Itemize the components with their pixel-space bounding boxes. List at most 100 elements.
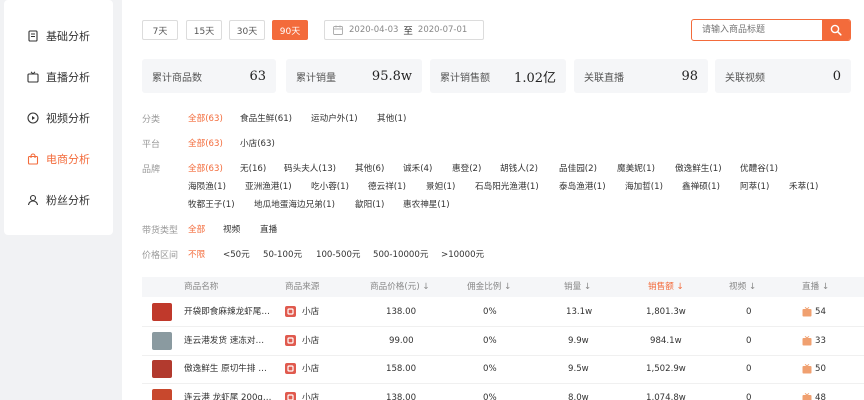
filter-brand-option[interactable]: 惠登(2) — [452, 162, 481, 174]
filter-brand-option[interactable]: 地瓜地蛋海边兄弟(1) — [254, 198, 335, 210]
product-name[interactable]: 连云港 龙虾尾 200g… — [184, 384, 271, 400]
product-live-count[interactable]: 54 — [802, 298, 826, 327]
sidebar-item-label: 粉丝分析 — [46, 194, 90, 207]
filter-category-other[interactable]: 其他(1) — [377, 112, 406, 124]
filter-brand-option[interactable]: 吃小蓉(1) — [311, 180, 349, 192]
col-header-live[interactable]: 直播 ↓ — [802, 277, 829, 297]
product-name[interactable]: 开袋即食麻辣龙虾尾… — [184, 298, 270, 327]
sort-arrow-icon: ↓ — [583, 282, 592, 292]
search-button[interactable] — [822, 20, 850, 40]
product-live-count[interactable]: 50 — [802, 355, 826, 384]
product-price: 138.00 — [386, 393, 417, 400]
filter-brand-option[interactable]: 全部(63) — [188, 162, 223, 174]
date-separator: 至 — [403, 26, 413, 37]
stat-value: 63 — [249, 68, 266, 84]
table-row[interactable]: 连云港 龙虾尾 200g… 小店 138.00 0% 8.0w 1,074.8w… — [142, 384, 864, 400]
filter-category-sports[interactable]: 运动户外(1) — [311, 112, 358, 124]
filter-category-food[interactable]: 食品生鲜(61) — [240, 112, 292, 124]
filter-price-100-500[interactable]: 100-500元 — [316, 248, 361, 260]
product-revenue: 1,502.9w — [646, 364, 686, 374]
filter-label-category: 分类 — [142, 115, 161, 125]
sidebar-item-fans-analysis[interactable]: 粉丝分析 — [4, 188, 113, 212]
filter-brand-option[interactable]: 惠农神星(1) — [403, 198, 450, 210]
table-row[interactable]: 傲逸鲜生 原切牛排 … 小店 158.00 0% 9.5w 1,502.9w 0… — [142, 355, 864, 384]
filter-brand-option[interactable]: 禾萃(1) — [789, 180, 818, 192]
stat-card-lives: 关联直播 98 — [574, 59, 708, 93]
product-name[interactable]: 傲逸鲜生 原切牛排 … — [184, 355, 267, 384]
filter-content-video[interactable]: 视频 — [223, 223, 240, 235]
filter-brand-option[interactable]: 品佳园(2) — [559, 162, 597, 174]
filter-brand-option[interactable]: 景妲(1) — [426, 180, 455, 192]
col-header-price[interactable]: 商品价格(元) ↓ — [370, 277, 430, 297]
sidebar-item-label: 电商分析 — [46, 153, 90, 166]
filter-brand-option[interactable]: 码头夫人(13) — [284, 162, 336, 174]
product-sales: 9.5w — [568, 364, 589, 374]
play-circle-icon — [26, 111, 40, 125]
stat-label: 关联视频 — [725, 72, 765, 84]
filter-price-gt10000[interactable]: >10000元 — [441, 248, 484, 260]
col-header-commission[interactable]: 佣金比例 ↓ — [467, 277, 511, 297]
date-range-picker[interactable]: 2020-04-03 至 2020-07-01 — [324, 20, 484, 40]
live-icon — [802, 363, 812, 373]
sidebar-item-video-analysis[interactable]: 视频分析 — [4, 106, 113, 130]
filter-brand-option[interactable]: 无(16) — [240, 162, 266, 174]
sidebar-item-live-analysis[interactable]: 直播分析 — [4, 65, 113, 89]
col-header-video[interactable]: 视频 ↓ — [729, 277, 756, 297]
col-header-revenue[interactable]: 销售额 ↓ — [648, 277, 684, 297]
filter-brand-option[interactable]: 魔美妮(1) — [617, 162, 655, 174]
filter-brand-option[interactable]: 泰岛渔港(1) — [559, 180, 606, 192]
product-search — [691, 19, 851, 41]
filter-brand-option[interactable]: 其他(6) — [355, 162, 384, 174]
filter-brand-option[interactable]: 胡钱人(2) — [500, 162, 538, 174]
filter-brand-option[interactable]: 海陨渔(1) — [188, 180, 226, 192]
col-header-sales[interactable]: 销量 ↓ — [564, 277, 591, 297]
filter-brand-option[interactable]: 傲逸鲜生(1) — [675, 162, 722, 174]
filter-content-all[interactable]: 全部 — [188, 223, 205, 235]
filter-brand-option[interactable]: 优醴谷(1) — [740, 162, 778, 174]
product-thumbnail — [152, 360, 172, 378]
range-15d-button[interactable]: 15天 — [186, 20, 222, 40]
filter-brand-option[interactable]: 诚禾(4) — [403, 162, 432, 174]
sidebar-item-basic-analysis[interactable]: 基础分析 — [4, 24, 113, 48]
product-price: 99.00 — [389, 336, 414, 346]
range-7d-button[interactable]: 7天 — [142, 20, 178, 40]
search-icon — [830, 24, 842, 36]
product-source: 小店 — [285, 384, 319, 400]
table-row[interactable]: 连云港发货 速冻对… 小店 99.00 0% 9.9w 984.1w 0 33 — [142, 327, 864, 356]
filter-price-50-100[interactable]: 50-100元 — [263, 248, 302, 260]
product-live-count[interactable]: 33 — [802, 327, 826, 356]
filter-brand-option[interactable]: 阿萃(1) — [740, 180, 769, 192]
product-sales: 13.1w — [566, 307, 593, 317]
filter-category-all[interactable]: 全部(63) — [188, 112, 223, 124]
filter-price-lt50[interactable]: <50元 — [223, 248, 250, 260]
product-revenue: 984.1w — [650, 336, 682, 346]
stat-value: 1.02亿 — [514, 70, 556, 86]
product-price: 158.00 — [386, 364, 417, 374]
filter-brand-option[interactable]: 海加哲(1) — [625, 180, 663, 192]
filter-brand-option[interactable]: 亚洲渔港(1) — [245, 180, 292, 192]
filter-brand-option[interactable]: 牧都王子(1) — [188, 198, 235, 210]
filter-price-any[interactable]: 不限 — [188, 248, 205, 260]
sidebar-item-ecommerce-analysis[interactable]: 电商分析 — [4, 147, 113, 171]
product-name[interactable]: 连云港发货 速冻对… — [184, 327, 264, 356]
store-icon — [285, 392, 296, 400]
filter-platform-all[interactable]: 全部(63) — [188, 137, 223, 149]
table-row[interactable]: 开袋即食麻辣龙虾尾… 小店 138.00 0% 13.1w 1,801.3w 0… — [142, 298, 864, 327]
filter-label-brand: 品牌 — [142, 165, 161, 175]
stat-card-sales: 累计销量 95.8w — [286, 59, 422, 93]
filter-brand-option[interactable]: 歙阳(1) — [355, 198, 384, 210]
sort-arrow-icon: ↓ — [748, 282, 757, 292]
store-icon — [285, 363, 296, 374]
sort-arrow-icon: ↓ — [676, 282, 684, 292]
stat-value: 0 — [832, 68, 841, 84]
filter-content-live[interactable]: 直播 — [260, 223, 277, 235]
filter-price-500-10000[interactable]: 500-10000元 — [373, 248, 428, 260]
range-30d-button[interactable]: 30天 — [229, 20, 265, 40]
filter-brand-option[interactable]: 德云祥(1) — [368, 180, 406, 192]
range-90d-button[interactable]: 90天 — [272, 20, 308, 40]
product-live-count[interactable]: 48 — [802, 384, 826, 400]
filter-platform-store[interactable]: 小店(63) — [240, 137, 275, 149]
filter-brand-option[interactable]: 石岛阳光渔港(1) — [475, 180, 539, 192]
search-input[interactable] — [692, 20, 822, 40]
filter-brand-option[interactable]: 鑫禅硕(1) — [682, 180, 720, 192]
